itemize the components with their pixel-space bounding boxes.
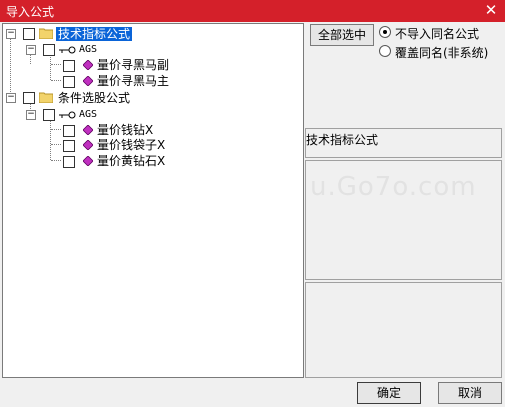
tree-node-sub[interactable]: − AGS — [3, 41, 203, 57]
group-checkbox[interactable] — [23, 28, 35, 40]
sub-label: AGS — [79, 44, 98, 55]
collapse-icon[interactable]: − — [6, 29, 16, 39]
select-all-button[interactable]: 全部选中 — [310, 24, 374, 46]
formula-checkbox[interactable] — [63, 140, 75, 152]
formula-label: 量价钱钻X — [97, 123, 154, 137]
folder-icon — [39, 92, 53, 103]
formula-checkbox[interactable] — [63, 156, 75, 168]
radio-label: 不导入同名公式 — [395, 27, 480, 41]
radio-circle[interactable] — [379, 45, 391, 57]
import-formula-dialog: 导入公式 ✕ − 技术指标公式 − AGS 量价寻黑马副 量价寻黑马主 − 条件… — [0, 0, 505, 407]
formula-label: 量价寻黑马副 — [97, 58, 170, 72]
tree-node-formula[interactable]: 量价黄钻石X — [3, 153, 203, 169]
tree-node-group[interactable]: − 技术指标公式 — [3, 26, 203, 42]
group-checkbox[interactable] — [23, 92, 35, 104]
close-icon[interactable]: ✕ — [483, 1, 499, 19]
radio-skip-duplicates[interactable]: 不导入同名公式 — [379, 25, 499, 41]
group-label: 条件选股公式 — [58, 91, 131, 105]
formula-diamond-icon — [83, 140, 93, 150]
formula-checkbox[interactable] — [63, 76, 75, 88]
title-bar[interactable]: 导入公式 ✕ — [0, 0, 505, 22]
tree-node-formula[interactable]: 量价寻黑马副 — [3, 57, 203, 73]
key-icon — [59, 46, 76, 54]
tree-node-sub[interactable]: − AGS — [3, 106, 203, 122]
radio-overwrite-duplicates[interactable]: 覆盖同名(非系统) — [379, 44, 501, 60]
formula-checkbox[interactable] — [63, 60, 75, 72]
key-icon — [59, 111, 76, 119]
formula-checkbox[interactable] — [63, 125, 75, 137]
collapse-icon[interactable]: − — [26, 45, 36, 55]
cancel-button[interactable]: 取消 — [438, 382, 502, 404]
tree-node-group[interactable]: − 条件选股公式 — [3, 90, 203, 106]
formula-label: 量价钱袋子X — [97, 138, 166, 152]
window-title: 导入公式 — [6, 5, 55, 19]
folder-icon — [39, 28, 53, 39]
collapse-icon[interactable]: − — [6, 93, 16, 103]
formula-label: 量价黄钻石X — [97, 154, 166, 168]
tree-node-formula[interactable]: 量价钱袋子X — [3, 137, 203, 153]
sub-label: AGS — [79, 109, 98, 120]
formula-diamond-icon — [83, 76, 93, 86]
group-label: 技术指标公式 — [56, 27, 133, 41]
formula-diamond-icon — [83, 125, 93, 135]
ok-button[interactable]: 确定 — [357, 382, 421, 404]
radio-label: 覆盖同名(非系统) — [395, 46, 489, 60]
formula-diamond-icon — [83, 156, 93, 166]
formula-tree[interactable]: − 技术指标公式 − AGS 量价寻黑马副 量价寻黑马主 − 条件选股公式 − … — [2, 23, 304, 378]
radio-circle[interactable] — [379, 26, 391, 38]
sub-checkbox[interactable] — [43, 44, 55, 56]
tree-node-formula[interactable]: 量价钱钻X — [3, 122, 203, 138]
preview-panel — [305, 282, 502, 378]
sub-checkbox[interactable] — [43, 109, 55, 121]
formula-label: 量价寻黑马主 — [97, 74, 170, 88]
info-panel-title: 技术指标公式 — [306, 133, 379, 147]
collapse-icon[interactable]: − — [26, 110, 36, 120]
watermark-text: u.Go7o.com — [310, 172, 477, 202]
formula-diamond-icon — [83, 60, 93, 70]
tree-node-formula[interactable]: 量价寻黑马主 — [3, 73, 203, 89]
